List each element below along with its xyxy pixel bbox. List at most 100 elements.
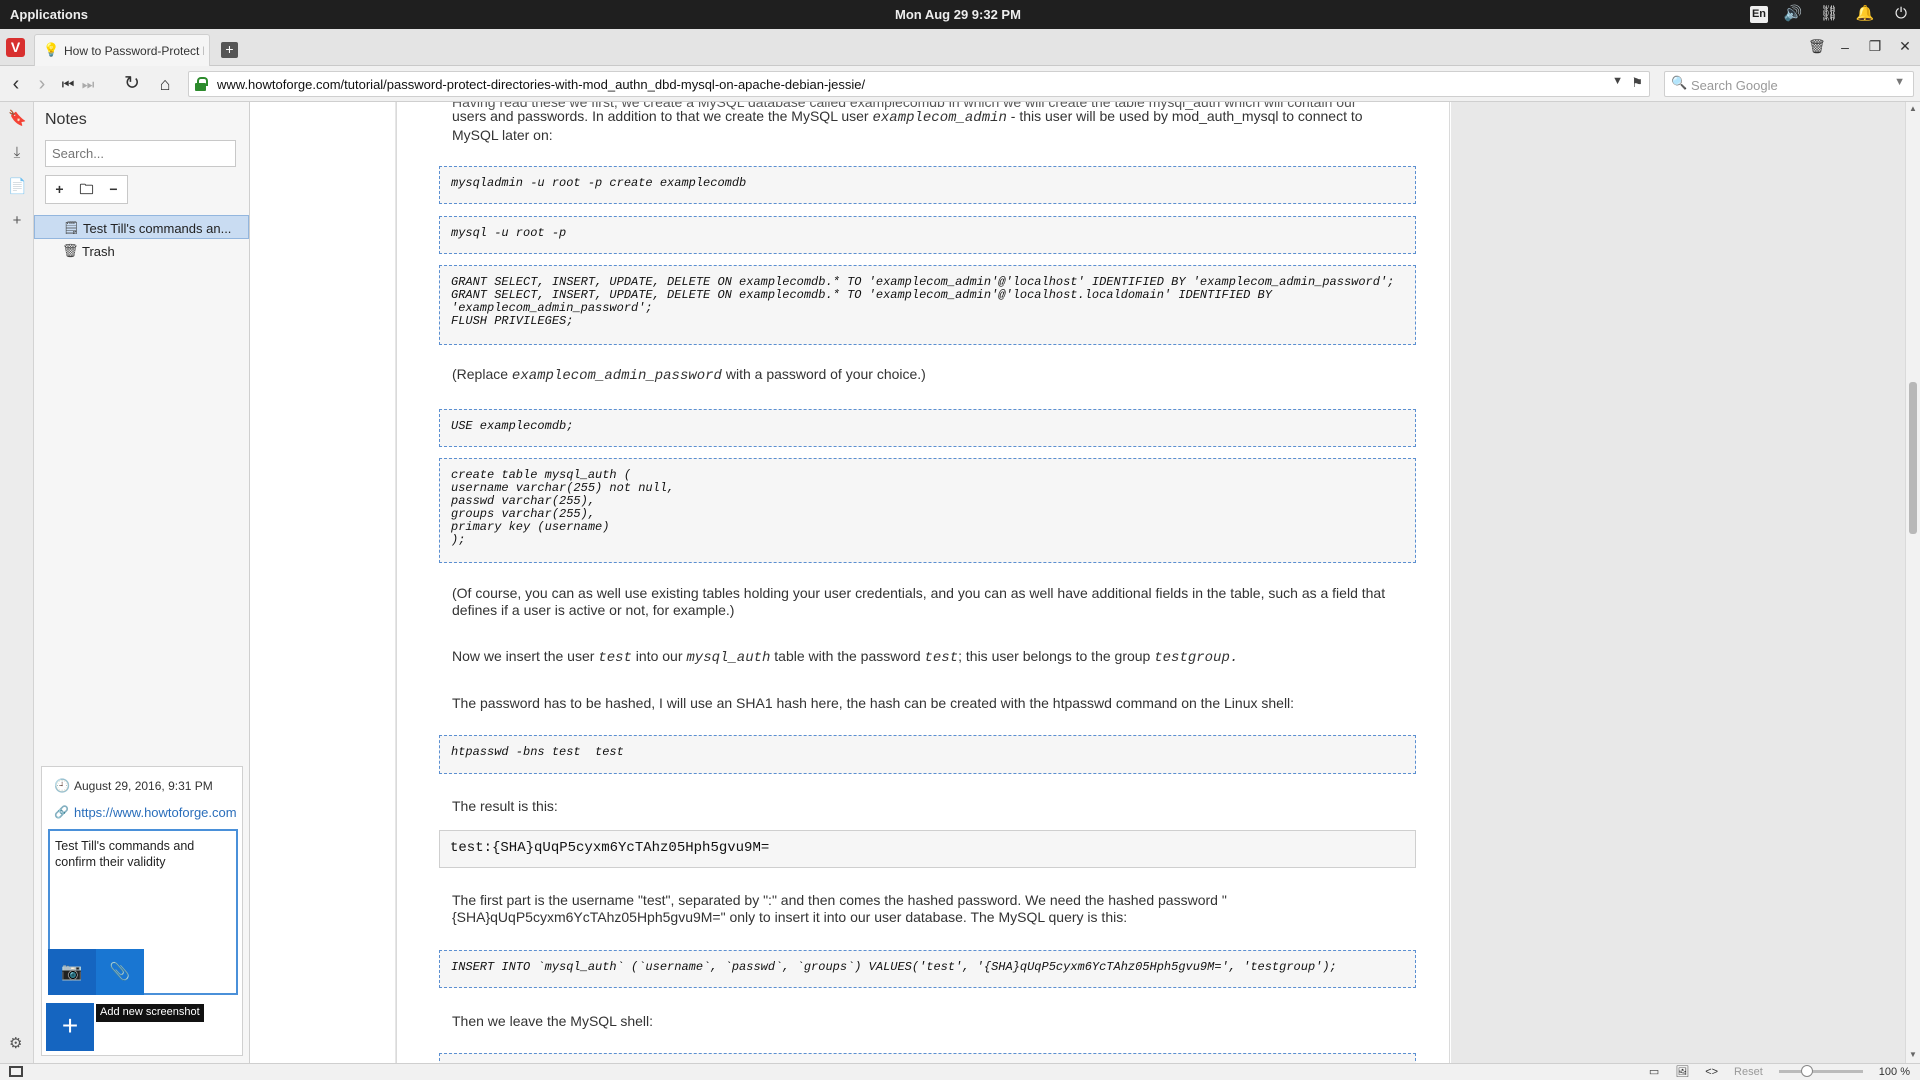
minimize-button[interactable]: – (1838, 39, 1852, 55)
inline-code: test (598, 650, 632, 666)
maximize-button[interactable]: ❐ (1868, 38, 1882, 55)
tab-bar: V 💡 How to Password-Protect D + 🗑 – ❐ ✕ (0, 29, 1920, 66)
add-folder-button[interactable]: 🗀 (73, 176, 100, 203)
system-tray: En 🔊 ⛓ 🔔 ⏻ (1750, 4, 1912, 24)
clock-icon: 🕘 (54, 778, 71, 793)
result-paragraph: The result is this: (452, 798, 558, 814)
search-field[interactable]: 🔍 Search Google ▼ (1664, 71, 1914, 97)
network-icon[interactable]: ⛓ (1818, 4, 1840, 24)
intro-paragraph: users and passwords. In addition to that… (452, 108, 1392, 144)
url-history-dropdown-icon[interactable]: ▼ (1612, 75, 1623, 87)
note-item-label: Trash (82, 244, 115, 259)
link-icon: 🔗 (54, 805, 69, 819)
add-note-button[interactable]: + (46, 176, 73, 203)
code-block: mysql -u root -p (439, 216, 1416, 254)
zoom-reset-button[interactable]: Reset (1734, 1066, 1763, 1078)
status-controls: ▭ 🖼 <> Reset 100 % (1649, 1065, 1910, 1078)
scroll-up-icon[interactable]: ▲ (1909, 104, 1917, 113)
search-placeholder: Search Google (1691, 78, 1778, 93)
trash-icon: 🗑 (62, 243, 79, 258)
first-part-paragraph: The first part is the username "test", s… (452, 892, 1227, 925)
attachment-icon[interactable]: 📎 (96, 949, 144, 995)
inline-code: examplecom_admin (872, 110, 1007, 126)
bookmarks-panel-icon[interactable]: 🔖 (8, 110, 27, 128)
inline-code: examplecom_admin_password (511, 368, 722, 384)
url-text: www.howtoforge.com/tutorial/password-pro… (217, 77, 866, 92)
text: with a password of your choice.) (721, 366, 926, 382)
code-block: create table mysql_auth ( username varch… (439, 458, 1416, 563)
text: Now we insert the user (452, 648, 599, 664)
volume-icon[interactable]: 🔊 (1782, 4, 1804, 24)
article-body: Having read these we first, we create a … (396, 102, 1450, 1063)
code-block: htpasswd -bns test test (439, 735, 1416, 774)
scroll-down-icon[interactable]: ▼ (1909, 1050, 1917, 1059)
text: table with the password (770, 648, 925, 664)
code-block (439, 1053, 1416, 1063)
lightbulb-favicon-icon: 💡 (43, 42, 60, 57)
zoom-slider[interactable] (1778, 1065, 1863, 1077)
notification-bell-icon[interactable]: 🔔 (1854, 4, 1876, 24)
vivaldi-menu-button[interactable]: V (6, 38, 25, 57)
camera-icon[interactable]: 📷 (48, 949, 96, 995)
tab-title: How to Password-Protect D (64, 44, 204, 58)
applications-menu[interactable]: Applications (10, 7, 88, 22)
back-icon[interactable]: ‹ (4, 72, 28, 96)
add-screenshot-button[interactable]: + (46, 1003, 94, 1051)
add-web-panel-icon[interactable]: + (8, 212, 26, 230)
address-field[interactable]: www.howtoforge.com/tutorial/password-pro… (188, 71, 1650, 97)
note-item-label: Test Till's commands an... (83, 221, 232, 236)
bookmark-icon[interactable]: ⚑ (1631, 75, 1643, 91)
notes-panel-icon[interactable]: 📄 (8, 178, 27, 196)
note-item-trash[interactable]: 🗑 Trash (34, 239, 249, 263)
inline-code: test (924, 650, 959, 666)
note-text: Test Till's commands and confirm their v… (55, 839, 195, 869)
fast-forward-icon[interactable]: ⏭ (76, 72, 100, 96)
zoom-slider-knob[interactable] (1800, 1065, 1813, 1077)
vertical-scrollbar[interactable]: ▲ ▼ (1905, 102, 1920, 1063)
notes-search-input[interactable] (45, 140, 236, 167)
tooltip: Add new screenshot (96, 1004, 204, 1022)
notes-toolbar: + 🗀 − (45, 175, 128, 204)
lock-icon (195, 77, 208, 91)
code-block: USE examplecomdb; (439, 409, 1416, 447)
search-icon: 🔍 (1671, 75, 1688, 90)
code-block: INSERT INTO `mysql_auth` (`username`, `p… (439, 950, 1416, 988)
page-tiling-icon[interactable]: ▭ (1649, 1065, 1659, 1078)
trash-icon[interactable]: 🗑 (1808, 38, 1826, 55)
insert-paragraph: Now we insert the user test into our mys… (452, 648, 1392, 667)
page-actions-icon[interactable]: <> (1705, 1066, 1718, 1078)
scrollbar-thumb[interactable] (1909, 382, 1917, 534)
settings-gear-icon[interactable]: ⚙ (9, 1034, 22, 1052)
note-detail: 🕘 August 29, 2016, 9:31 PM 🔗 https://www… (41, 766, 243, 1056)
text: MySQL later on: (452, 127, 553, 143)
status-bar: ▭ 🖼 <> Reset 100 % (0, 1063, 1920, 1080)
forward-icon[interactable]: › (30, 72, 54, 96)
leave-paragraph: Then we leave the MySQL shell: (452, 1013, 654, 1029)
keyboard-layout-indicator[interactable]: En (1750, 5, 1768, 23)
images-toggle-icon[interactable]: 🖼 (1675, 1065, 1689, 1078)
power-icon[interactable]: ⏻ (1890, 4, 1912, 24)
reload-icon[interactable]: ↻ (120, 72, 144, 96)
search-engine-dropdown-icon[interactable]: ▼ (1894, 76, 1905, 88)
downloads-panel-icon[interactable]: ⤓ (8, 144, 26, 162)
close-button[interactable]: ✕ (1898, 38, 1912, 55)
output-block: test:{SHA}qUqP5cyxm6YcTAhz05Hph5gvu9M= (439, 830, 1416, 868)
code-block: mysqladmin -u root -p create examplecomd… (439, 166, 1416, 204)
tab-active[interactable]: 💡 How to Password-Protect D (34, 34, 210, 66)
window-controls: 🗑 – ❐ ✕ (1808, 38, 1912, 55)
clock[interactable]: Mon Aug 29 9:32 PM (895, 7, 1021, 22)
new-tab-button[interactable]: + (221, 42, 238, 58)
note-item[interactable]: 🗒 Test Till's commands an... (34, 215, 249, 239)
note-source-link[interactable]: https://www.howtoforge.com/tutorial/pass… (74, 805, 236, 820)
toggle-panel-icon[interactable] (9, 1066, 23, 1077)
inline-code: mysql_auth (686, 650, 771, 666)
text: (Replace (452, 366, 512, 382)
web-page: Having read these we first, we create a … (251, 102, 1905, 1063)
note-date: August 29, 2016, 9:31 PM (74, 779, 213, 793)
inline-code: testgroup. (1154, 650, 1239, 666)
text: into our (631, 648, 687, 664)
delete-note-button[interactable]: − (100, 176, 127, 203)
notes-panel: Notes + 🗀 − 🗒 Test Till's commands an...… (34, 102, 250, 1063)
home-icon[interactable]: ⌂ (153, 72, 177, 96)
page-right-margin (1451, 102, 1905, 1063)
